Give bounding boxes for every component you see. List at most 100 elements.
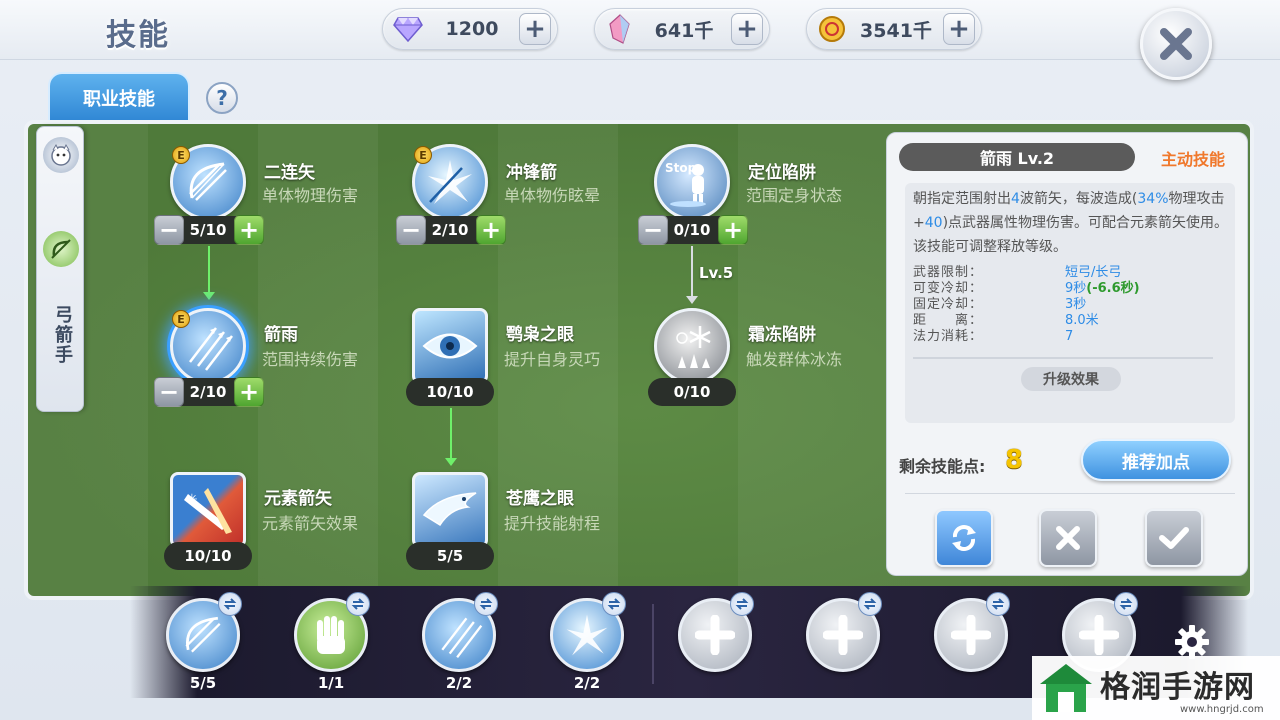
diamond-value: 1200	[445, 18, 499, 40]
swap-icon[interactable]	[602, 592, 626, 616]
skill-name: 鹗枭之眼	[506, 325, 574, 345]
watermark: 格润手游网 www.hngrjd.com	[1032, 656, 1280, 720]
decrease-skill-button[interactable]: −	[396, 215, 426, 245]
swap-icon[interactable]	[1114, 592, 1138, 616]
stat-mana-cost: 法力消耗： 7	[913, 329, 1074, 344]
svg-text:✳: ✳	[186, 492, 198, 508]
refresh-icon	[952, 525, 976, 551]
skill-name: 二连矢	[264, 163, 315, 183]
skill-level: 5/5	[406, 542, 494, 570]
confirm-button[interactable]	[1145, 509, 1203, 567]
class-sidebar: 弓箭手	[36, 126, 84, 412]
detail-description-box[interactable]: 朝指定范围射出4波箭矢，每波造成(34%物理攻击+40)点武器属性物理伤害。可配…	[905, 183, 1235, 423]
skill-name: 冲锋箭	[506, 163, 557, 183]
hotbar-count: 5/5	[189, 674, 217, 692]
skill-name: 霜冻陷阱	[748, 325, 816, 345]
increase-skill-button[interactable]: +	[234, 377, 264, 407]
add-gold-button[interactable]: +	[943, 13, 975, 45]
watermark-url: www.hngrjd.com	[1180, 704, 1264, 715]
increase-skill-button[interactable]: +	[234, 215, 264, 245]
currency-diamond: 1200 +	[382, 8, 558, 50]
plus-icon	[1079, 615, 1119, 655]
check-icon	[1159, 527, 1189, 549]
watermark-logo-icon	[1040, 664, 1092, 712]
swap-icon[interactable]	[218, 592, 242, 616]
decrease-skill-button[interactable]: −	[154, 215, 184, 245]
frost-trap-icon[interactable]	[654, 308, 730, 384]
skill-detail-panel: 箭雨 Lv.2 主动技能 朝指定范围射出4波箭矢，每波造成(34%物理攻击+40…	[886, 132, 1248, 576]
level-requirement: Lv.5	[699, 264, 734, 282]
fist-icon	[317, 616, 345, 654]
decrease-skill-button[interactable]: −	[638, 215, 668, 245]
cancel-button[interactable]	[1039, 509, 1097, 567]
hawk-eye-icon[interactable]	[412, 472, 488, 548]
owl-eye-icon[interactable]	[412, 308, 488, 384]
skill-link-arrow	[203, 292, 215, 300]
swap-icon[interactable]	[986, 592, 1010, 616]
close-icon	[1160, 28, 1192, 60]
help-button[interactable]: ?	[206, 82, 238, 114]
skill-link-line	[691, 246, 693, 296]
plus-icon	[823, 615, 863, 655]
stat-range: 距 离： 8.0米	[913, 313, 1099, 328]
novice-class-icon[interactable]	[43, 137, 79, 173]
skill-desc: 元素箭矢效果	[262, 514, 359, 533]
increase-skill-button[interactable]: +	[476, 215, 506, 245]
tab-class-skills[interactable]: 职业技能	[48, 72, 190, 122]
skill-name: 元素箭矢	[264, 489, 332, 509]
skill-name: 苍鹰之眼	[506, 489, 574, 509]
stop-trap-icon[interactable]: Stop	[654, 144, 730, 220]
detail-description: 朝指定范围射出4波箭矢，每波造成(34%物理攻击+40)点武器属性物理伤害。可配…	[913, 191, 1229, 255]
e-badge: E	[172, 310, 190, 328]
swap-icon[interactable]	[858, 592, 882, 616]
stat-variable-cooldown: 可变冷却： 9秒(-6.6秒)	[913, 281, 1140, 296]
skill-desc: 触发群体冰冻	[746, 350, 843, 369]
arrow-rain-icon	[441, 617, 483, 658]
currency-crystal: 641千 +	[594, 8, 770, 50]
stat-fixed-cooldown: 固定冷却： 3秒	[913, 297, 1087, 312]
skill-desc: 范围定身状态	[746, 186, 843, 205]
detail-skill-type: 主动技能	[1161, 150, 1226, 169]
currency-gold: 3541千 +	[806, 8, 982, 50]
hotbar-count: 2/2	[445, 674, 473, 692]
remaining-points-value: 8	[1005, 445, 1024, 475]
reset-points-button[interactable]	[935, 509, 993, 567]
double-arrow-bow-icon	[185, 616, 221, 653]
e-badge: E	[414, 146, 432, 164]
skill-desc: 单体物伤眩晕	[504, 186, 601, 205]
recommend-points-button[interactable]: 推荐加点	[1081, 439, 1231, 481]
element-arrow-icon[interactable]: ✳	[170, 472, 246, 548]
diamond-icon	[391, 12, 425, 46]
swap-icon[interactable]	[730, 592, 754, 616]
add-diamond-button[interactable]: +	[519, 13, 551, 45]
plus-icon	[695, 615, 735, 655]
divider	[913, 357, 1213, 359]
gold-value: 3541千	[860, 19, 932, 42]
skill-desc: 提升技能射程	[504, 514, 601, 533]
archer-class-icon[interactable]	[43, 231, 79, 267]
hotbar-divider	[652, 604, 654, 684]
crystal-shard-icon	[603, 12, 637, 46]
gold-coin-icon	[815, 12, 849, 46]
skill-link-line	[450, 408, 452, 458]
stat-weapon-limit: 武器限制： 短弓/长弓	[913, 265, 1122, 280]
watermark-text: 格润手游网	[1100, 670, 1255, 705]
skill-desc: 提升自身灵巧	[504, 350, 601, 369]
skill-level: 10/10	[164, 542, 252, 570]
swap-icon[interactable]	[474, 592, 498, 616]
swap-icon[interactable]	[346, 592, 370, 616]
charge-arrow-icon	[566, 614, 608, 656]
skill-link-line	[208, 246, 210, 292]
crystal-value: 641千	[654, 19, 714, 42]
close-button[interactable]	[1140, 8, 1212, 80]
divider	[905, 493, 1235, 494]
plus-icon	[951, 615, 991, 655]
decrease-skill-button[interactable]: −	[154, 377, 184, 407]
increase-skill-button[interactable]: +	[718, 215, 748, 245]
hotbar-count: 2/2	[573, 674, 601, 692]
skill-name: 箭雨	[264, 325, 298, 345]
page-title: 技能	[106, 18, 170, 53]
skill-desc: 范围持续伤害	[262, 350, 359, 369]
add-crystal-button[interactable]: +	[731, 13, 763, 45]
skill-link-arrow	[445, 458, 457, 466]
